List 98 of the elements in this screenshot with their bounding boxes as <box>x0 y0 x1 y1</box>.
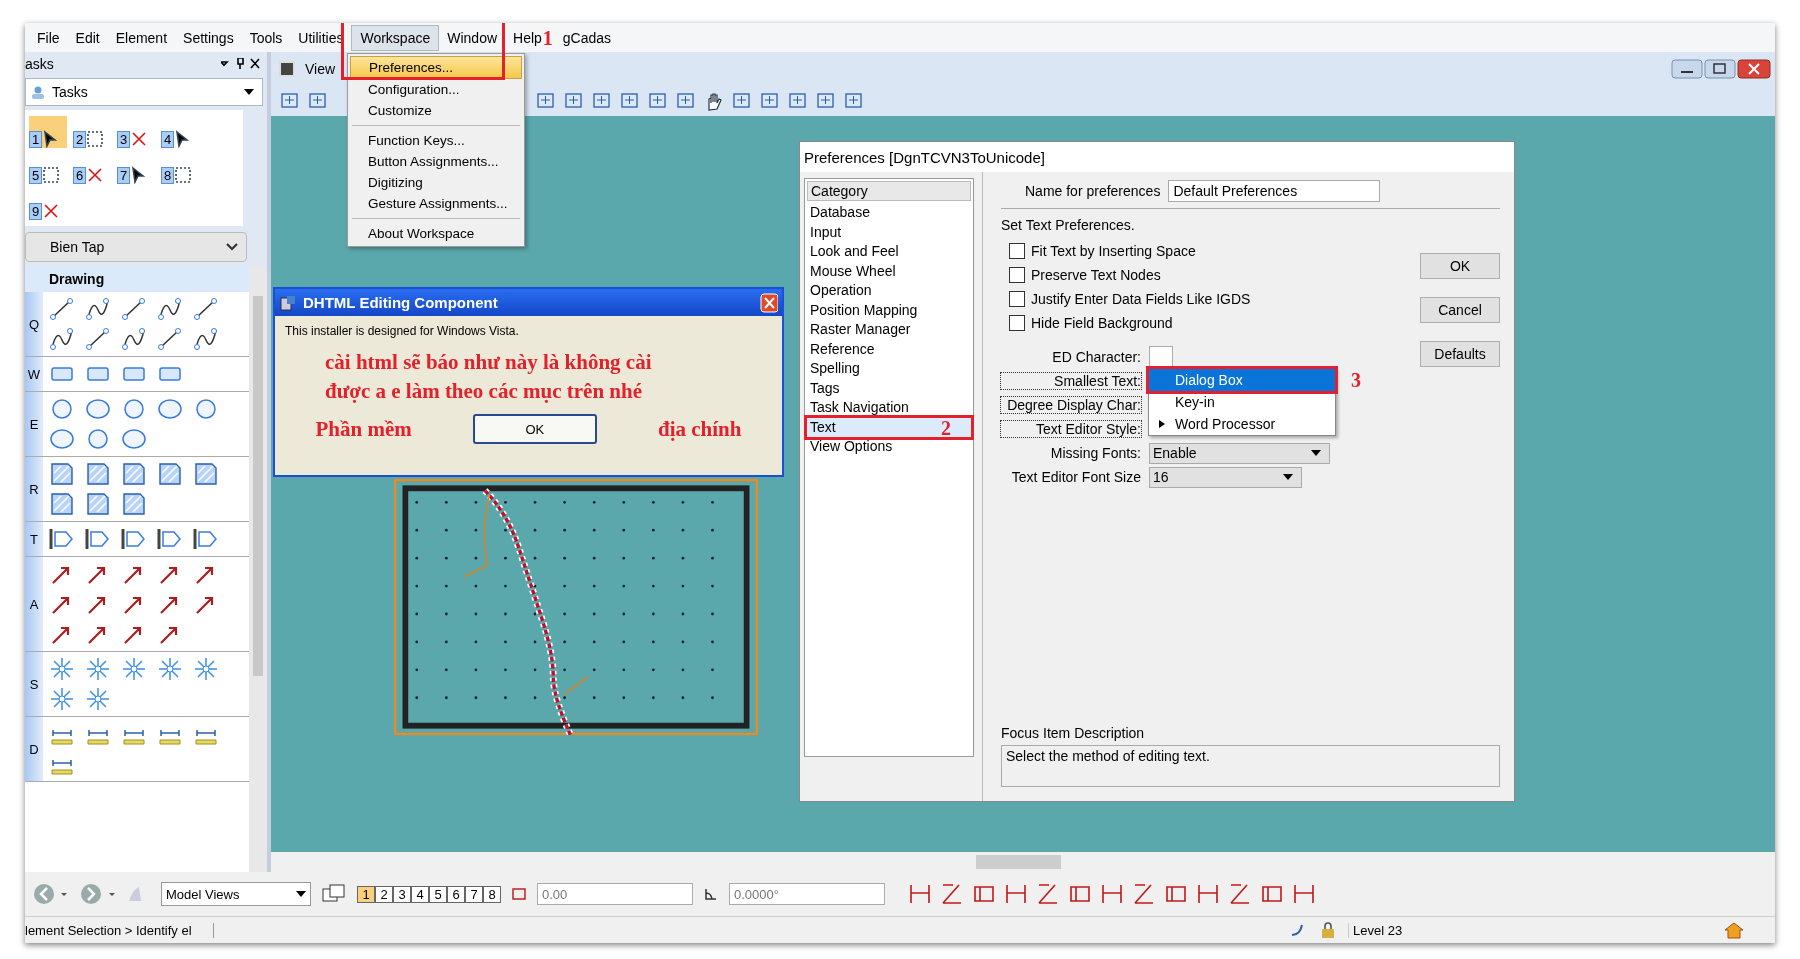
drawing-header: Drawing <box>25 266 249 292</box>
checkbox-label: Justify Enter Data Fields Like IGDS <box>1031 291 1251 307</box>
view-set-dropdown[interactable]: Model Views <box>161 882 311 906</box>
menu-item[interactable]: Button Assignments... <box>350 151 522 172</box>
menu-item[interactable]: Word Processor <box>1149 413 1335 435</box>
annotation-note: địa chính <box>658 416 742 442</box>
menu-item[interactable]: Function Keys... <box>350 130 522 151</box>
category-item[interactable]: Reference <box>807 339 971 359</box>
task-tool[interactable]: 4 <box>161 116 199 148</box>
menu-item[interactable]: Edit <box>67 25 108 50</box>
section-letter: R <box>25 457 43 521</box>
description-box: Select the method of editing text. <box>1001 745 1500 787</box>
menu-item[interactable]: Tools <box>241 25 291 50</box>
section-letter: E <box>25 392 43 456</box>
view-number-button[interactable]: 3 <box>393 885 411 903</box>
task-tool[interactable]: 3 <box>117 116 155 148</box>
section-letter: S <box>25 652 43 716</box>
dialog-button[interactable]: OK <box>1420 253 1500 279</box>
view-number-button[interactable]: 2 <box>375 885 393 903</box>
view-number-button[interactable]: 4 <box>411 885 429 903</box>
view-number-button[interactable]: 8 <box>483 885 501 903</box>
section-title: Set Text Preferences. <box>1001 217 1136 233</box>
task-tool[interactable]: 9 <box>29 188 67 220</box>
name-field[interactable]: Default Preferences <box>1168 180 1381 202</box>
view-number-button[interactable]: 1 <box>357 885 375 903</box>
annotation-note: Phần mềm <box>315 416 412 442</box>
task-tool[interactable]: 1 <box>29 116 67 148</box>
ok-button[interactable]: OK <box>472 414 597 444</box>
category-item[interactable]: Position Mapping <box>807 300 971 320</box>
menu-item[interactable]: Preferences... <box>350 56 522 79</box>
status-message: lement Selection > Identify el <box>25 922 214 938</box>
description-label: Focus Item Description <box>1001 725 1146 741</box>
task-tool[interactable]: 7 <box>117 152 155 184</box>
section-letter: T <box>25 522 43 556</box>
menu-item[interactable]: Customize <box>350 100 522 121</box>
step-number: 3 <box>1351 370 1361 390</box>
category-item[interactable]: Operation <box>807 281 971 301</box>
category-item[interactable]: Mouse Wheel <box>807 261 971 281</box>
menu-item[interactable]: Digitizing <box>350 172 522 193</box>
dialog-title: Preferences [DgnTCVN3ToUnicode] <box>800 142 1514 172</box>
menu-item[interactable]: Help <box>505 25 543 50</box>
menu-item[interactable]: Key-in <box>1149 391 1335 413</box>
dialog-title: DHTML Editing Component <box>303 294 499 311</box>
task-tool[interactable]: 8 <box>161 152 199 184</box>
category-item[interactable]: Input <box>807 222 971 242</box>
dropdown[interactable]: 16 <box>1149 466 1302 488</box>
menu-item[interactable]: Window <box>439 25 506 50</box>
field-label: Name for preferences <box>1025 183 1161 199</box>
menu-item[interactable]: Element <box>107 25 176 50</box>
category-item[interactable]: Raster Manager <box>807 320 971 340</box>
checkbox-label: Preserve Text Nodes <box>1031 267 1161 283</box>
dialog-message: This installer is designed for Windows Vista. <box>285 324 520 338</box>
view-number-button[interactable]: 7 <box>465 885 483 903</box>
field-label: Missing Fonts: <box>1049 445 1141 461</box>
section-letter: D <box>25 717 43 781</box>
task-tool[interactable]: 5 <box>29 152 67 184</box>
category-item[interactable]: View Options <box>807 437 971 457</box>
angle-field[interactable]: 0.0000° <box>729 883 885 905</box>
step-number: 1 <box>542 27 553 48</box>
task-tool[interactable]: 6 <box>73 152 111 184</box>
task-tool[interactable]: 2 <box>73 116 111 148</box>
window-title: View <box>305 61 336 77</box>
category-item[interactable]: Look and Feel <box>807 242 971 262</box>
dropdown[interactable]: Enable <box>1149 442 1330 464</box>
tasks-dropdown[interactable]: Tasks <box>25 78 263 106</box>
menu-item[interactable]: About Workspace <box>350 223 522 244</box>
distance-field[interactable]: 0.00 <box>537 883 693 905</box>
section-letter: A <box>25 557 43 651</box>
view-number-button[interactable]: 5 <box>429 885 447 903</box>
field-label: Degree Display Char: <box>1001 397 1141 413</box>
tool-group-dropdown[interactable]: Bien Tap <box>25 232 247 262</box>
panel-title: asks <box>25 56 54 72</box>
step-number: 2 <box>941 417 951 438</box>
checkbox-label: Hide Field Background <box>1031 315 1173 331</box>
menu-item[interactable]: Gesture Assignments... <box>350 193 522 214</box>
field-label: Text Editor Font Size <box>1010 469 1141 485</box>
menu-item[interactable]: File <box>29 25 68 50</box>
category-item[interactable]: Spelling <box>807 359 971 379</box>
field-label: Text Editor Style: <box>1001 421 1141 437</box>
category-item[interactable]: Tags <box>807 378 971 398</box>
section-letter: Q <box>25 292 43 356</box>
active-level[interactable]: Level 23 <box>1348 922 1503 938</box>
category-item[interactable]: Database <box>807 203 971 223</box>
dialog-button[interactable]: Defaults <box>1420 341 1500 367</box>
menu-item[interactable]: Workspace <box>351 24 440 51</box>
annotation-note: cài html sẽ báo như này là không cài được a e làm theo các mục trên nhé <box>324 349 653 405</box>
category-item[interactable]: Task Navigation <box>807 398 971 418</box>
checkbox-label: Fit Text by Inserting Space <box>1031 243 1196 259</box>
dialog-button[interactable]: Cancel <box>1420 297 1500 323</box>
section-letter: W <box>25 357 43 391</box>
menu-item[interactable]: gCadas <box>554 25 620 50</box>
list-header: Category <box>807 181 971 201</box>
field-label: ED Character: <box>1051 349 1141 365</box>
menu-item[interactable]: Settings <box>175 25 242 50</box>
view-number-button[interactable]: 6 <box>447 885 465 903</box>
menu-item[interactable]: Configuration... <box>350 79 522 100</box>
field-label: Smallest Text: <box>1001 373 1141 389</box>
category-item[interactable]: Text 2 <box>807 417 971 437</box>
